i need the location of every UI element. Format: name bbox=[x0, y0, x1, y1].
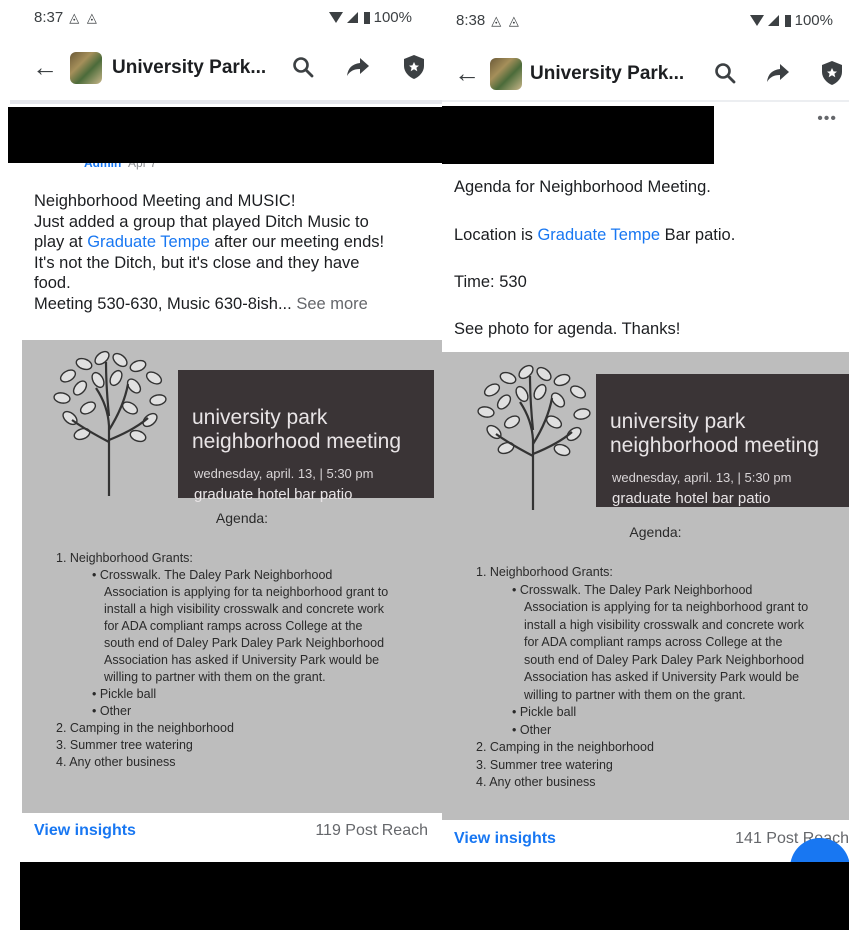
post-line: Time: 530 bbox=[454, 273, 527, 291]
post-line: See photo for agenda. Thanks! bbox=[454, 320, 681, 338]
status-time: 8:38 ◬ ◬ bbox=[456, 12, 521, 29]
tree-logo-icon bbox=[53, 350, 167, 496]
flyer-venue: graduate hotel bar patio bbox=[194, 486, 353, 503]
group-avatar[interactable] bbox=[490, 58, 522, 90]
tree-logo-icon bbox=[477, 364, 591, 510]
notification-icons: ◬ ◬ bbox=[69, 10, 99, 25]
post-line: play at Graduate Tempe after our meeting… bbox=[34, 233, 385, 251]
group-title[interactable]: University Park... bbox=[530, 63, 684, 85]
header-divider bbox=[10, 100, 442, 104]
status-bar: 8:37 ◬ ◬ 100% bbox=[0, 0, 442, 40]
post-line: Just added a group that played Ditch Mus… bbox=[34, 212, 369, 231]
agenda-bullet-line: willing to partner with them on the gran… bbox=[104, 670, 326, 684]
flyer-venue: graduate hotel bar patio bbox=[612, 490, 771, 507]
agenda-photo[interactable]: university park neighborhood meeting wedn… bbox=[22, 340, 442, 813]
group-avatar[interactable] bbox=[70, 52, 102, 84]
agenda-bullet: • Pickle ball bbox=[512, 705, 577, 719]
post-line: Neighborhood Meeting and MUSIC! bbox=[34, 192, 296, 210]
flyer-date: wednesday, april. 13, | 5:30 pm bbox=[612, 470, 792, 485]
agenda-item: 3. Summer tree watering bbox=[56, 738, 193, 752]
post-line: Location is Graduate Tempe Bar patio. bbox=[454, 226, 736, 244]
agenda-bullet-line: install a high visibility crosswalk and … bbox=[524, 617, 804, 632]
shield-icon[interactable] bbox=[820, 60, 844, 86]
flyer-date: wednesday, april. 13, | 5:30 pm bbox=[194, 466, 374, 481]
agenda-bullet: • Other bbox=[92, 704, 132, 718]
agenda-list: 1. Neighborhood Grants: • Crosswalk. The… bbox=[56, 550, 426, 771]
post-footer: View insights 119 Post Reach bbox=[0, 820, 442, 846]
status-time: 8:37 ◬ ◬ bbox=[34, 9, 99, 26]
battery-percent: 100% bbox=[794, 12, 833, 29]
agenda-bullet-line: for ADA compliant ramps across College a… bbox=[104, 619, 363, 633]
post-line: Agenda for Neighborhood Meeting. bbox=[454, 178, 711, 196]
header-divider bbox=[442, 100, 849, 102]
agenda-bullet: • Crosswalk. The Daley Park Neighborhood bbox=[92, 568, 333, 582]
post-line: It's not the Ditch, but it's close and t… bbox=[34, 253, 360, 272]
search-icon[interactable] bbox=[714, 62, 736, 84]
agenda-bullet-line: for ADA compliant ramps across College a… bbox=[524, 635, 783, 649]
agenda-item: 1. Neighborhood Grants: bbox=[476, 565, 613, 579]
system-icons: 100% bbox=[328, 9, 412, 26]
post-footer: View insights 141 Post Reach bbox=[442, 828, 849, 854]
redaction-box bbox=[442, 106, 714, 164]
post-line: food. bbox=[34, 274, 71, 292]
view-insights-link[interactable]: View insights bbox=[454, 830, 556, 848]
search-icon[interactable] bbox=[292, 56, 314, 78]
agenda-heading: Agenda: bbox=[629, 524, 682, 540]
post-reach: 119 Post Reach bbox=[315, 822, 428, 839]
agenda: Agenda: 1. Neighborhood Grants: • Crossw… bbox=[22, 510, 442, 769]
agenda-bullet-line: install a high visibility crosswalk and … bbox=[104, 602, 384, 616]
agenda-item: 2. Camping in the neighborhood bbox=[56, 721, 234, 735]
flyer-banner: university park neighborhood meeting wedn… bbox=[596, 374, 849, 507]
agenda-bullet-line: Association has asked if University Park… bbox=[104, 653, 380, 667]
agenda-bullet-line: south end of Daley Park Daley Park Neigh… bbox=[524, 652, 805, 667]
agenda-bullet-line: Association is applying for ta neighborh… bbox=[104, 585, 389, 599]
agenda-photo[interactable]: university park neighborhood meeting wedn… bbox=[442, 352, 849, 820]
more-icon[interactable]: ••• bbox=[817, 110, 837, 128]
app-bar: ← University Park... bbox=[442, 50, 849, 100]
signal-icon bbox=[346, 12, 358, 23]
agenda: Agenda: 1. Neighborhood Grants: • Crossw… bbox=[442, 524, 849, 789]
agenda-bullet-line: Association is applying for ta neighborh… bbox=[524, 600, 809, 614]
agenda-bullet-line: Association has asked if University Park… bbox=[524, 670, 800, 684]
battery-icon bbox=[784, 14, 791, 27]
agenda-bullet-line: south end of Daley Park Daley Park Neigh… bbox=[104, 636, 385, 650]
group-title[interactable]: University Park... bbox=[112, 57, 266, 79]
agenda-item: 2. Camping in the neighborhood bbox=[476, 740, 654, 754]
venue-link[interactable]: Graduate Tempe bbox=[537, 226, 660, 244]
app-bar: ← University Park... bbox=[0, 44, 442, 94]
battery-percent: 100% bbox=[373, 9, 412, 26]
venue-link[interactable]: Graduate Tempe bbox=[87, 233, 210, 251]
flyer-banner: university park neighborhood meeting wedn… bbox=[178, 370, 434, 503]
view-insights-link[interactable]: View insights bbox=[34, 822, 136, 840]
post-text: Neighborhood Meeting and MUSIC! Just add… bbox=[34, 191, 442, 314]
status-bar: 8:38 ◬ ◬ 100% bbox=[442, 0, 849, 40]
flyer-title: university park neighborhood meeting bbox=[610, 410, 819, 457]
agenda-bullet-line: willing to partner with them on the gran… bbox=[524, 687, 746, 702]
share-icon[interactable] bbox=[346, 56, 370, 78]
agenda-item: 1. Neighborhood Grants: bbox=[56, 551, 193, 565]
share-icon[interactable] bbox=[766, 62, 790, 84]
agenda-list: 1. Neighborhood Grants: • Crosswalk. The… bbox=[476, 564, 848, 792]
agenda-heading: Agenda: bbox=[215, 510, 269, 526]
system-icons: 100% bbox=[749, 12, 833, 29]
agenda-item: 3. Summer tree watering bbox=[476, 757, 613, 772]
agenda-bullet: • Pickle ball bbox=[92, 687, 157, 701]
agenda-item: 4. Any other business bbox=[56, 755, 176, 769]
signal-icon bbox=[767, 15, 779, 26]
agenda-item: 4. Any other business bbox=[476, 775, 596, 789]
flyer-title: university park neighborhood meeting bbox=[192, 406, 401, 453]
wifi-icon bbox=[328, 12, 343, 23]
back-arrow-icon[interactable]: ← bbox=[32, 52, 58, 82]
notification-icons: ◬ ◬ bbox=[491, 13, 521, 28]
post-line: Meeting 530-630, Music 630-8ish... See m… bbox=[34, 294, 368, 313]
shield-icon[interactable] bbox=[402, 54, 426, 80]
redaction-box bbox=[20, 862, 849, 930]
wifi-icon bbox=[749, 15, 764, 26]
redaction-box bbox=[8, 107, 442, 163]
back-arrow-icon[interactable]: ← bbox=[454, 58, 480, 88]
battery-icon bbox=[363, 11, 370, 24]
agenda-bullet: • Crosswalk. The Daley Park Neighborhood bbox=[512, 582, 753, 597]
agenda-bullet: • Other bbox=[512, 722, 552, 737]
see-more-link[interactable]: See more bbox=[292, 295, 368, 313]
